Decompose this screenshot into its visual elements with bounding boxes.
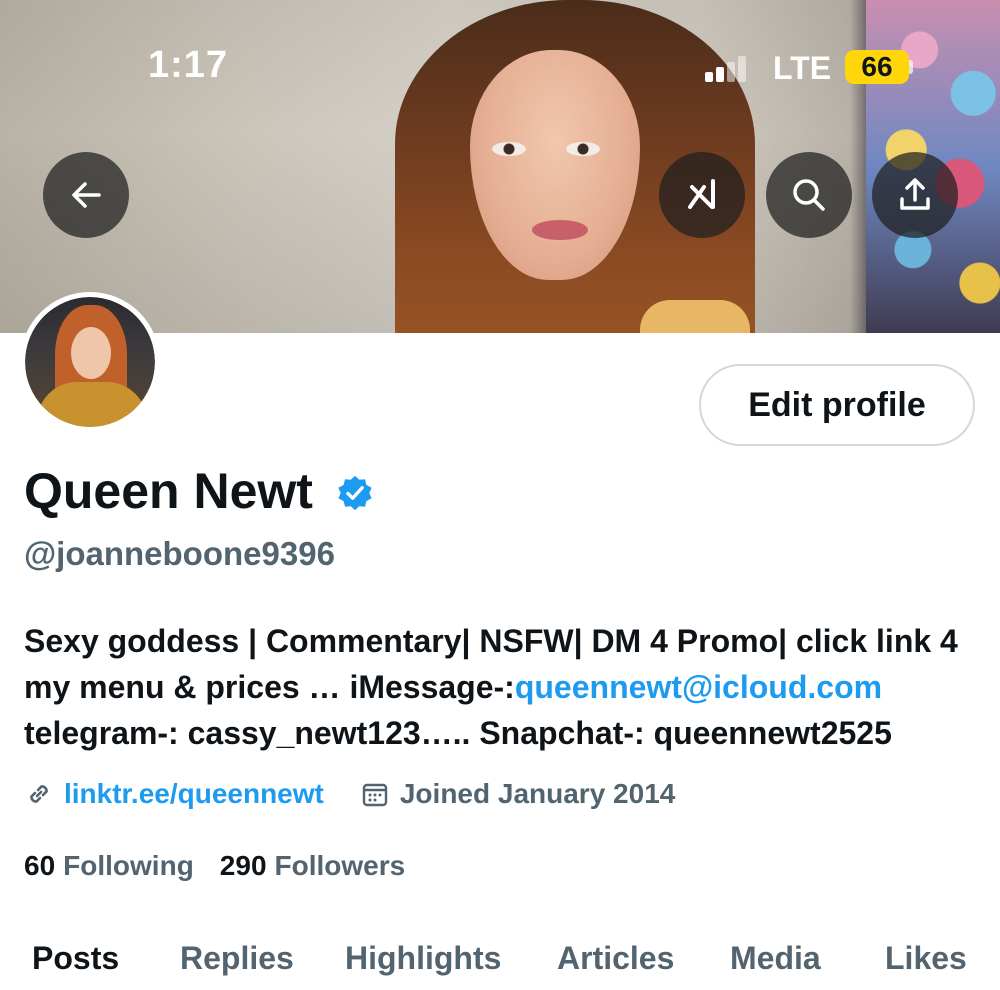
search-button[interactable] (766, 152, 852, 238)
user-handle: @joanneboone9396 (24, 535, 335, 572)
tab-articles[interactable]: Articles (557, 940, 674, 977)
arrow-left-icon (72, 182, 101, 208)
avatar-image (25, 297, 155, 427)
bio-line-1: Sexy goddess | Commentary| NSFW| DM 4 Pr… (24, 623, 958, 659)
share-button[interactable] (872, 152, 958, 238)
avatar-body (37, 382, 147, 427)
verified-badge-icon[interactable] (336, 474, 374, 512)
grok-button[interactable] (659, 152, 745, 238)
follow-stats: 60 Following 290 Followers (24, 850, 431, 882)
tab-likes[interactable]: Likes (885, 940, 967, 977)
profile-bio: Sexy goddess | Commentary| NSFW| DM 4 Pr… (24, 618, 984, 756)
search-icon (793, 179, 825, 211)
website-link[interactable]: linktr.ee/queennewt (64, 778, 324, 810)
bio-line-2-text: my menu & prices … iMessage-: (24, 669, 515, 705)
followers-count[interactable]: 290 (220, 850, 267, 882)
status-time: 1:17 (148, 44, 229, 86)
edit-profile-button[interactable]: Edit profile (699, 364, 975, 446)
banner-shirt (640, 300, 750, 333)
share-icon (900, 178, 930, 210)
battery-level: 66 (861, 51, 893, 82)
joined-date: Joined January 2014 (399, 778, 676, 809)
profile-tabs: Posts Replies Highlights Articles Media … (0, 930, 1000, 990)
following-count[interactable]: 60 (24, 850, 55, 882)
banner-eye-right (566, 142, 600, 156)
display-name: Queen Newt (24, 463, 313, 519)
battery-cap (909, 60, 913, 74)
tab-posts[interactable]: Posts (32, 940, 119, 977)
bio-line-2: my menu & prices … iMessage-:queennewt@i… (24, 664, 984, 710)
battery-icon: 66 (845, 50, 909, 84)
tab-media[interactable]: Media (730, 940, 821, 977)
back-button[interactable] (43, 152, 129, 238)
tab-replies[interactable]: Replies (180, 940, 294, 977)
bio-email-link[interactable]: queennewt@icloud.com (515, 669, 882, 705)
network-type: LTE (773, 50, 832, 86)
tab-highlights[interactable]: Highlights (345, 940, 501, 977)
grok-icon (688, 179, 715, 209)
calendar-icon (362, 783, 388, 807)
following-label[interactable]: Following (63, 850, 194, 882)
profile-meta: linktr.ee/queennewt Joined January 2014 (24, 774, 675, 814)
banner-lips (532, 220, 588, 240)
banner-eye-left (492, 142, 526, 156)
followers-label[interactable]: Followers (275, 850, 406, 882)
avatar-face (71, 327, 111, 379)
signal-icon (705, 54, 746, 82)
link-icon (30, 785, 48, 803)
avatar[interactable] (20, 292, 160, 432)
bio-line-3: telegram-: cassy_newt123….. Snapchat-: q… (24, 715, 892, 751)
